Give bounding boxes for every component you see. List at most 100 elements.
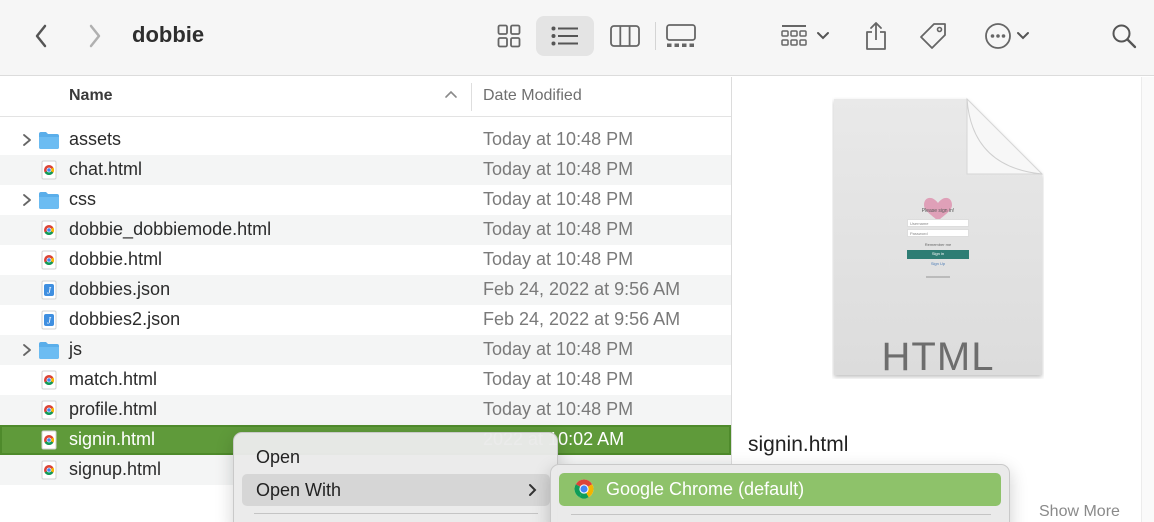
file-name: css <box>69 189 96 209</box>
thumb-remember: Remember me <box>924 242 952 247</box>
tag-button[interactable] <box>914 17 952 55</box>
file-icon <box>38 130 60 150</box>
preview-scrollbar[interactable] <box>1141 77 1154 522</box>
file-name: chat.html <box>69 159 143 179</box>
thumb-title: Please sign in! <box>921 208 955 214</box>
thumb-signin-button: Sign in <box>907 250 969 259</box>
folder-icon <box>39 192 59 209</box>
file-icon: J <box>38 280 60 300</box>
show-more-link[interactable]: Show More <box>1039 503 1120 521</box>
preview-file-name: signin.html <box>748 433 849 456</box>
toolbar-divider <box>655 22 656 50</box>
chrome-html-file-icon <box>41 430 57 450</box>
gallery-icon <box>666 24 696 47</box>
file-name: dobbie.html <box>69 249 163 269</box>
file-icon <box>38 340 60 360</box>
file-date: Today at 10:48 PM <box>483 339 634 359</box>
search-button[interactable] <box>1106 18 1142 54</box>
file-name: assets <box>69 129 122 149</box>
file-row[interactable]: Jdobbies2.json Feb 24, 2022 at 9:56 AM <box>0 305 731 335</box>
chrome-html-file-icon <box>41 400 57 420</box>
file-date: Today at 10:48 PM <box>483 249 634 269</box>
file-name: js <box>69 339 82 359</box>
file-name: dobbie_dobbiemode.html <box>69 219 272 239</box>
disclosure-triangle-icon[interactable] <box>20 133 34 147</box>
tag-icon <box>920 23 946 49</box>
ellipsis-circle-icon <box>985 23 1011 49</box>
file-row[interactable]: css Today at 10:48 PM <box>0 185 731 215</box>
gallery-view-button[interactable] <box>662 17 700 55</box>
file-date: Today at 10:48 PM <box>483 219 634 239</box>
file-icon <box>38 430 60 450</box>
window-title: dobbie <box>132 22 205 47</box>
file-row[interactable]: assets Today at 10:48 PM <box>0 125 731 155</box>
menu-item-open-with[interactable]: Open With <box>242 474 550 506</box>
menu-separator <box>254 513 538 514</box>
file-icon <box>38 400 60 420</box>
json-file-icon: J <box>41 310 57 330</box>
chevron-down-icon <box>1017 32 1029 40</box>
file-name: dobbies2.json <box>69 309 181 329</box>
disclosure-triangle-icon[interactable] <box>20 343 34 357</box>
file-rows: assets Today at 10:48 PM chat.html Today at… <box>0 125 731 485</box>
chrome-html-file-icon <box>41 460 57 480</box>
file-date: Today at 10:48 PM <box>483 129 634 149</box>
file-icon <box>38 460 60 480</box>
file-name: dobbies.json <box>69 279 171 299</box>
file-row[interactable]: profile.html Today at 10:48 PM <box>0 395 731 425</box>
disclosure-triangle-icon[interactable] <box>20 193 34 207</box>
back-button[interactable] <box>26 20 56 52</box>
file-row[interactable]: chat.html Today at 10:48 PM <box>0 155 731 185</box>
group-by-button[interactable] <box>776 17 834 55</box>
file-row[interactable]: match.html Today at 10:48 PM <box>0 365 731 395</box>
icon-view-button[interactable] <box>492 17 526 55</box>
file-icon <box>38 220 60 240</box>
search-icon <box>1112 24 1137 49</box>
json-file-icon: J <box>41 280 57 300</box>
menu-item-open-label: Open <box>256 447 301 467</box>
share-icon <box>866 22 886 50</box>
file-date: Feb 24, 2022 at 9:56 AM <box>483 309 681 329</box>
group-icon <box>781 25 807 46</box>
chevron-right-icon <box>89 24 101 48</box>
open-with-submenu: Google Chrome (default) <box>550 464 1010 522</box>
file-name: match.html <box>69 369 158 389</box>
list-icon <box>551 26 578 46</box>
file-date: Feb 24, 2022 at 9:56 AM <box>483 279 681 299</box>
column-header: Name Date Modified <box>0 77 731 117</box>
chrome-html-file-icon <box>41 160 57 180</box>
file-row[interactable]: dobbie_dobbiemode.html Today at 10:48 PM <box>0 215 731 245</box>
column-separator[interactable] <box>471 83 472 111</box>
folder-icon <box>39 342 59 359</box>
document-type-label: HTML <box>881 335 995 379</box>
submenu-item-google-chrome[interactable]: Google Chrome (default) <box>559 473 1001 506</box>
name-column-header[interactable]: Name <box>69 87 113 105</box>
file-row[interactable]: dobbie.html Today at 10:48 PM <box>0 245 731 275</box>
file-row[interactable]: Jdobbies.json Feb 24, 2022 at 9:56 AM <box>0 275 731 305</box>
submenu-separator <box>571 514 991 515</box>
grid-icon <box>497 24 521 48</box>
thumb-username-field: Username <box>907 219 969 227</box>
file-row[interactable]: js Today at 10:48 PM <box>0 335 731 365</box>
file-icon <box>38 160 60 180</box>
forward-button[interactable] <box>80 20 110 52</box>
file-name: signup.html <box>69 459 162 479</box>
date-modified-column-header[interactable]: Date Modified <box>483 87 582 105</box>
column-view-button[interactable] <box>606 17 644 55</box>
file-icon <box>38 370 60 390</box>
file-date: Today at 10:48 PM <box>483 159 634 179</box>
thumb-footer <box>926 276 950 278</box>
thumb-password-field: Password <box>907 229 969 237</box>
file-date: Today at 10:48 PM <box>483 189 634 209</box>
chrome-icon <box>574 479 594 499</box>
context-menu: Open Open With <box>233 432 558 522</box>
chrome-html-file-icon <box>41 250 57 270</box>
document-thumbnail: Please sign in! Username Password Rememb… <box>832 97 1044 379</box>
chrome-html-file-icon <box>41 370 57 390</box>
share-button[interactable] <box>858 16 894 56</box>
more-actions-button[interactable] <box>980 17 1034 55</box>
list-view-button[interactable] <box>536 16 594 56</box>
menu-item-open[interactable]: Open <box>242 441 550 473</box>
chevron-left-icon <box>35 24 47 48</box>
sort-ascending-icon[interactable] <box>444 89 458 99</box>
